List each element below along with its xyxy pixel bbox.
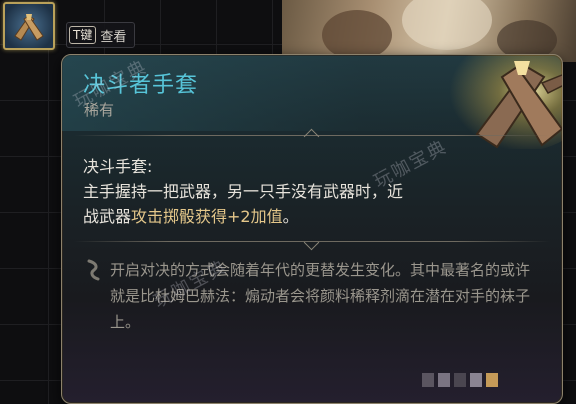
inventory-slot-duelist-gloves[interactable]	[3, 2, 55, 50]
background-scene	[282, 0, 576, 62]
gloves-icon	[14, 14, 44, 41]
footer-tile	[470, 373, 482, 387]
footer-tiles	[422, 373, 498, 389]
inspect-label: 查看	[100, 29, 127, 45]
inspect-hint[interactable]: T键 查看	[66, 22, 136, 48]
footer-tile	[438, 373, 450, 387]
lore-section: 开启对决的方式会随着年代的更替发生变化。其中最著名的或许就是比杜姆巴赫法：煽动者…	[80, 255, 550, 385]
item-tooltip: 决斗者手套 稀有 决斗手套: 主手握持一把武器，另一只手没有武器时，近战武器攻击…	[61, 54, 563, 404]
passive-desc-highlight: 攻击掷骰获得+2加值	[131, 207, 283, 226]
footer-tile	[422, 373, 434, 387]
passive-description: 主手握持一把武器，另一只手没有武器时，近战武器攻击掷骰获得+2加值。	[83, 179, 413, 229]
footer-tile	[486, 373, 498, 387]
passive-desc-end: 。	[282, 207, 299, 226]
passive-name: 决斗手套:	[83, 157, 153, 176]
divider-ornament	[303, 128, 320, 145]
hotkey-badge: T键	[69, 26, 97, 44]
footer-tile	[454, 373, 466, 387]
lore-quill-icon	[87, 259, 100, 281]
divider-ornament	[303, 234, 320, 251]
